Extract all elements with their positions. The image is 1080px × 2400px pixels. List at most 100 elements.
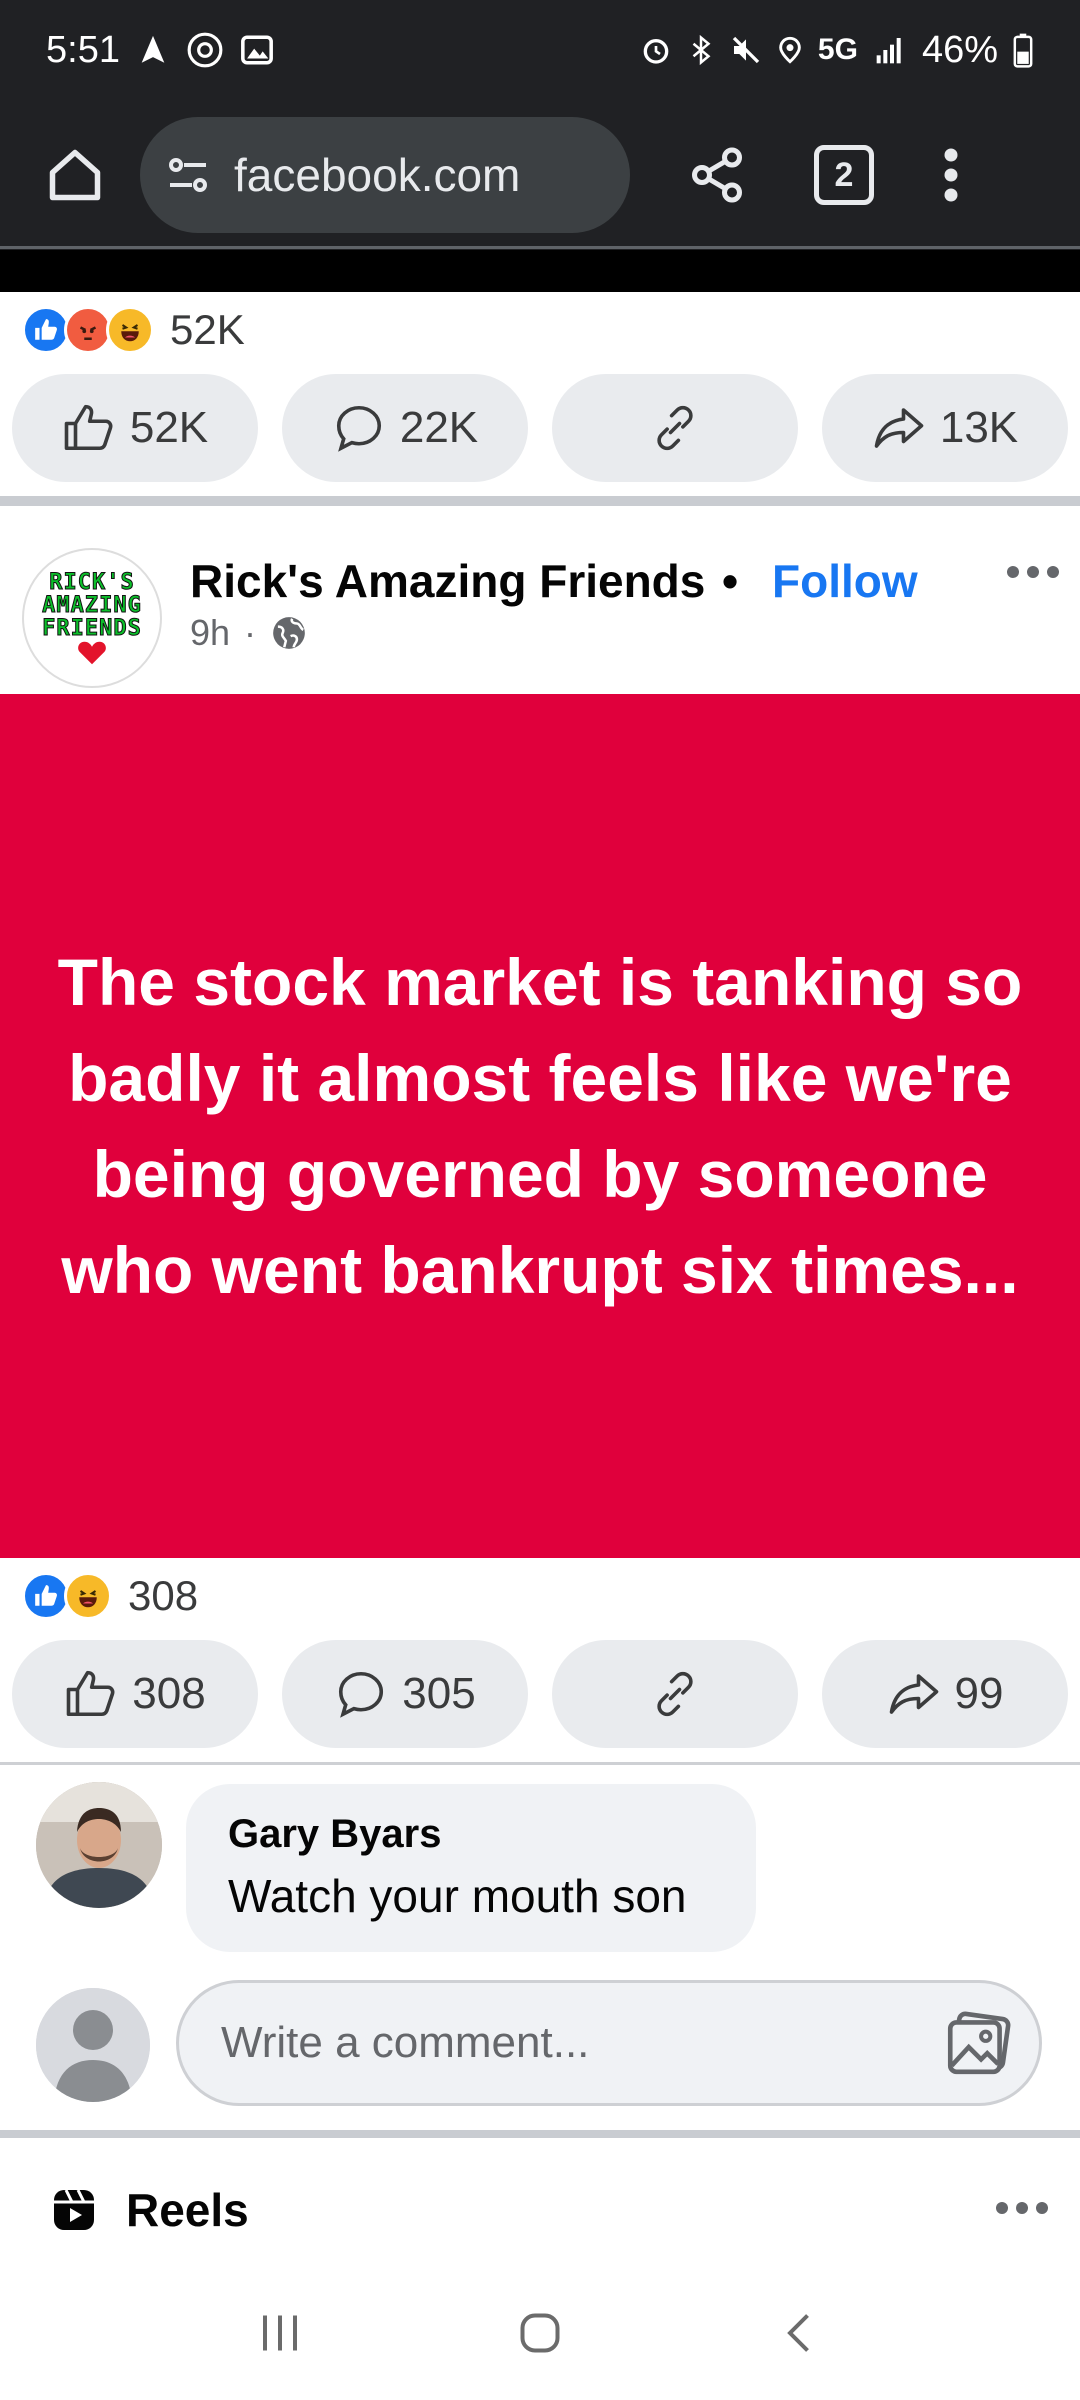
post-options-button[interactable] [1005,564,1061,585]
reels-section-header: Reels [0,2150,1080,2270]
battery-level: 46% [921,28,998,71]
more-horizontal-icon [996,2202,1048,2214]
comments-divider [0,1762,1080,1765]
browser-toolbar: facebook.com 2 [0,100,1080,250]
bluetooth-icon [686,34,716,66]
post-actions: 308 305 99 [12,1640,1068,1748]
share-arrow-icon [874,408,924,448]
like-button[interactable]: 308 [12,1640,258,1748]
thumbs-up-icon [64,404,113,451]
reaction-total: 52K [170,306,245,353]
reels-options-button[interactable] [994,2200,1050,2221]
more-horizontal-icon [1007,566,1059,578]
name-separator: • [722,555,739,607]
toolbar-divider [0,246,1080,249]
network-type: 5G [817,33,858,66]
at-sign-icon [186,31,224,69]
gallery-icon [240,33,274,67]
recents-icon [263,2315,297,2350]
comment-icon [336,405,381,452]
mute-icon [730,34,762,66]
angry-reaction-icon [64,306,112,354]
post-reactions[interactable]: 308 [22,1566,198,1626]
post-image-text: The stock market is tanking so badly it … [57,945,1023,1307]
haha-reaction-icon [106,306,154,354]
status-time: 5:51 [46,28,120,71]
user-avatar [36,1988,150,2102]
share-post-button[interactable]: 99 [822,1640,1068,1748]
comment-composer: Write a comment... [0,1980,1080,2110]
time-separator: · [244,612,257,653]
page-avatar-logo-line1: RICK'S [49,569,135,595]
url-text: facebook.com [234,149,521,201]
recents-button[interactable] [250,2303,310,2368]
post-divider [0,496,1080,506]
share-post-button[interactable]: 13K [822,374,1068,482]
like-reaction-icon [22,1572,70,1620]
more-vertical-icon [944,148,958,202]
globe-icon [273,617,305,649]
post-time[interactable]: 9h [190,612,230,654]
comment-count: 305 [402,1669,476,1718]
section-divider [0,2130,1080,2138]
haha-reaction-icon [64,1572,112,1620]
comment-icon [339,1671,384,1718]
home-circle-icon [520,2313,560,2352]
comment-author[interactable]: Gary Byars [228,1812,714,1857]
heart-icon [78,641,106,664]
home-icon [49,149,101,201]
like-count: 52K [129,403,209,452]
post-header: RICK'S AMAZING FRIENDS Rick's Amazing Fr… [0,508,1080,694]
page-avatar-logo-line3: FRIENDS [42,615,142,641]
link-icon [657,405,693,451]
comment-bubble[interactable]: Gary Byars Watch your mouth son [186,1784,756,1952]
share-count: 99 [954,1669,1004,1718]
link-icon [657,1671,693,1717]
comment-button[interactable]: 22K [282,374,528,482]
status-bar: 5:51 5G 46% [0,0,1080,100]
home-button[interactable] [30,130,120,220]
browser-menu-button[interactable] [936,130,966,220]
comment-text: Watch your mouth son [228,1870,687,1922]
reels-title: Reels [126,2184,249,2236]
share-button[interactable] [672,130,762,220]
system-nav-bar [0,2270,1080,2400]
page-avatar-logo-line2: AMAZING [42,592,142,618]
reels-icon [54,2189,94,2230]
commenter-avatar[interactable] [36,1782,162,1908]
comment-button[interactable]: 305 [282,1640,528,1748]
battery-icon [1012,32,1034,68]
comment-count: 22K [399,403,479,452]
copy-link-button[interactable] [552,1640,798,1748]
copy-link-button[interactable] [552,374,798,482]
back-icon [787,2313,809,2352]
top-strip [0,250,1080,292]
like-button[interactable]: 52K [12,374,258,482]
alarm-icon [640,34,672,66]
follow-button[interactable]: Follow [772,554,918,608]
photo-attach-button[interactable] [941,2007,1015,2092]
share-count: 13K [939,403,1019,452]
like-reaction-icon [22,306,70,354]
thumbs-up-icon [66,1670,115,1717]
location-icon [776,34,804,66]
navigation-icon [136,33,170,67]
prev-post-reactions[interactable]: 52K [22,300,245,360]
back-button[interactable] [770,2303,830,2368]
share-arrow-icon [889,1674,938,1714]
like-count: 308 [132,1669,206,1718]
post-meta: 9h · [190,612,308,654]
comment-item: Gary Byars Watch your mouth son [0,1770,1080,1952]
home-nav-button[interactable] [510,2303,570,2368]
photo-icon [947,2011,1011,2075]
address-bar[interactable]: facebook.com [140,117,630,233]
share-icon [692,147,742,203]
reaction-total: 308 [128,1572,199,1619]
page-avatar[interactable]: RICK'S AMAZING FRIENDS [22,548,162,688]
tab-switcher-button[interactable]: 2 [814,145,874,205]
site-settings-icon[interactable] [164,151,212,199]
page-name[interactable]: Rick's Amazing Friends [190,554,705,608]
post-image[interactable]: The stock market is tanking so badly it … [0,694,1080,1558]
comment-input[interactable]: Write a comment... [176,1980,1042,2106]
signal-icon [872,34,908,66]
